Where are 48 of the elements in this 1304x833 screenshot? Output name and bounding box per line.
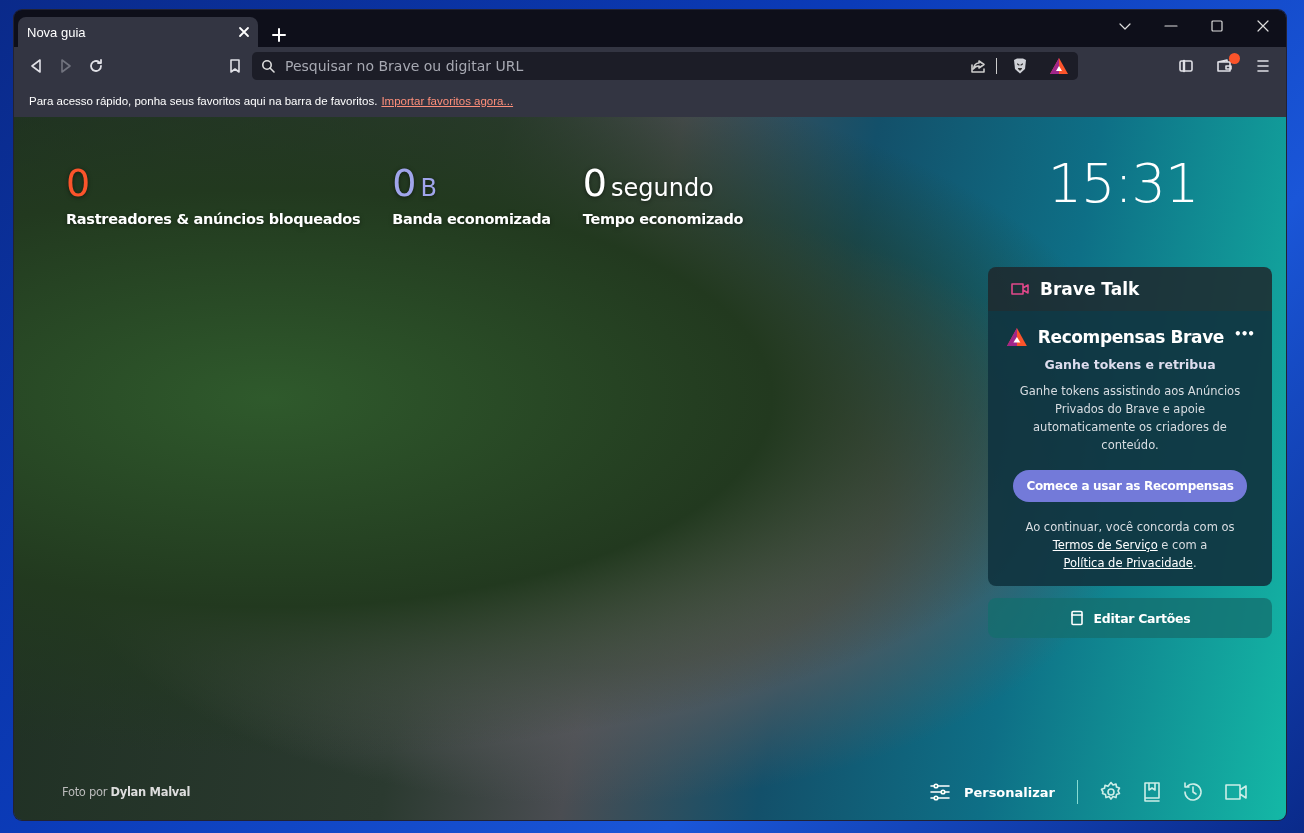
stat-label: Banda economizada — [392, 211, 551, 227]
lion-shield-icon[interactable] — [1011, 57, 1029, 75]
menu-icon[interactable] — [1256, 58, 1270, 74]
search-icon — [261, 59, 275, 73]
stat-unit: B — [420, 174, 437, 202]
sidebar-icon[interactable] — [1178, 58, 1194, 74]
terms-notice: Ao continuar, você concorda com os Termos de Serviço e com a Política de Privacidade. — [1024, 519, 1236, 572]
card-stack-icon — [1069, 610, 1084, 626]
stat-value: 0 — [392, 160, 417, 207]
back-icon[interactable] — [28, 58, 44, 74]
customize-button[interactable]: Personalizar — [929, 783, 1055, 801]
triangle-logo-icon — [1006, 327, 1028, 347]
video-camera-icon — [1010, 281, 1030, 297]
stat-label: Tempo economizado — [582, 211, 744, 227]
wallet-icon — [1216, 58, 1234, 74]
rewards-subtitle: Ganhe tokens e retribua — [1044, 357, 1216, 372]
rewards-description: Ganhe tokens assistindo aos Anúncios Privados do Brave e apoie automaticamente os criadores de conteúdo. — [1018, 383, 1242, 454]
more-options-icon[interactable]: ••• — [1234, 327, 1254, 341]
photo-credit: Foto por Dylan Malval — [62, 785, 191, 799]
tab-title: Nova guia — [27, 24, 86, 40]
bookmarks-hint: Para acesso rápido, ponha seus favoritos aqui na barra de favoritos. — [29, 95, 378, 107]
close-icon[interactable] — [238, 26, 250, 38]
stat-value: 0 — [582, 160, 607, 207]
edit-cards-button[interactable]: Editar Cartões — [988, 598, 1272, 638]
address-bar[interactable]: Pesquisar no Brave ou digitar URL — [252, 52, 1078, 80]
stat-unit: segundo — [610, 174, 714, 202]
triangle-logo-icon[interactable] — [1049, 57, 1069, 75]
share-icon[interactable] — [970, 58, 988, 74]
bookmarks-book-icon[interactable] — [1142, 781, 1162, 803]
brave-talk-widget[interactable]: Brave Talk — [988, 267, 1272, 311]
wallet-button[interactable] — [1216, 58, 1234, 74]
stat-value: 0 — [66, 160, 91, 207]
widget-title: Recompensas Brave — [1037, 327, 1224, 347]
widget-title: Brave Talk — [1040, 279, 1140, 299]
import-bookmarks-link[interactable]: Importar favoritos agora... — [381, 95, 514, 107]
start-rewards-button[interactable]: Comece a usar as Recompensas — [1013, 470, 1247, 502]
forward-icon[interactable] — [58, 58, 74, 74]
browser-tab[interactable]: Nova guia — [18, 17, 258, 47]
privacy-link[interactable]: Política de Privacidade — [1063, 556, 1193, 570]
clock: 15:31 — [1047, 157, 1199, 217]
plus-icon[interactable] — [272, 28, 286, 42]
sliders-icon — [929, 783, 950, 801]
stat-label: Rastreadores & anúncios bloqueados — [66, 211, 361, 227]
bookmark-icon[interactable] — [228, 58, 242, 74]
reload-icon[interactable] — [88, 58, 104, 74]
history-icon[interactable] — [1182, 781, 1204, 803]
settings-icon[interactable] — [1100, 781, 1122, 803]
terms-link[interactable]: Termos de Serviço — [1052, 538, 1158, 552]
